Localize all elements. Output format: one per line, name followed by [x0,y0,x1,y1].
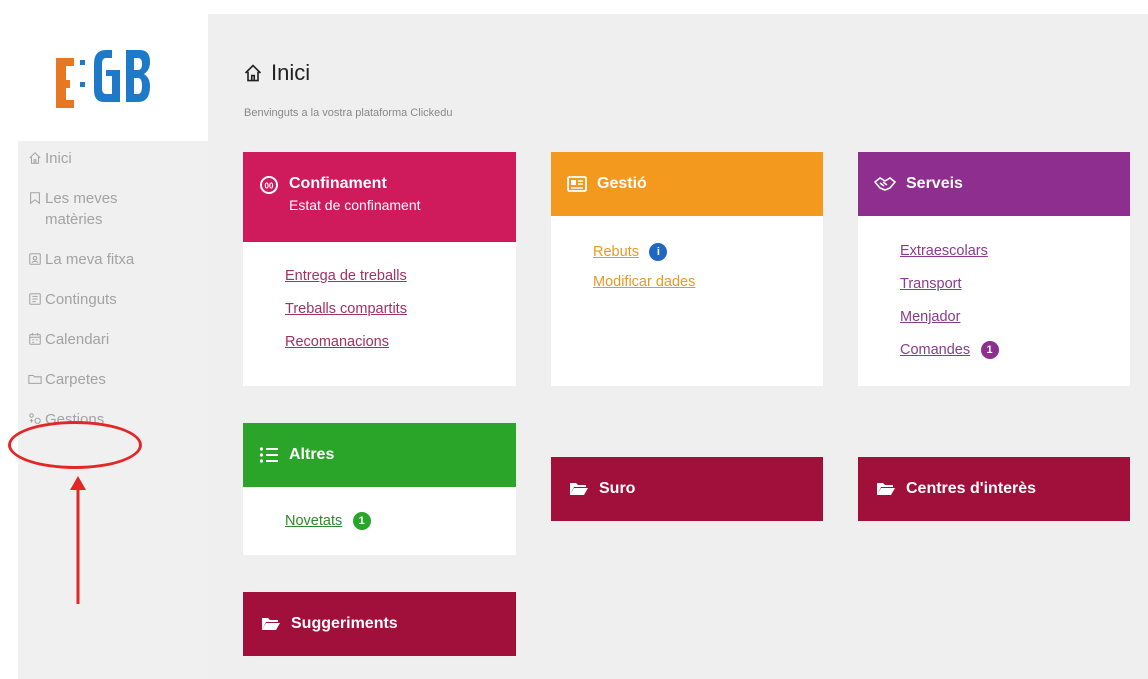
folder-icon [28,374,42,384]
card-altres: Altres Novetats 1 [243,423,516,555]
card-gestio-links: Rebuts i Modificar dades [551,216,823,319]
sidebar-item-calendari[interactable]: Calendari [18,329,188,350]
sidebar-nav: Inici Les meves matèries La meva fitxa C… [18,148,188,449]
sidebar-item-les-meves-materies[interactable]: Les meves matèries [18,188,188,230]
info-badge: i [649,242,668,261]
card-confinament-header[interactable]: 00 Confinament Estat de confinament [243,152,516,242]
page-title: Inici [243,60,310,86]
sidebar-item-label: Carpetes [45,371,106,388]
sidebar-item-label: Les meves matèries [45,190,118,228]
card-confinament: 00 Confinament Estat de confinament Entr… [243,152,516,386]
card-centres-header: Centres d'interès [858,457,1130,521]
card-altres-title: Altres [289,446,335,463]
folder-icon [570,483,588,495]
profile-card-icon [29,253,41,265]
link-novetats[interactable]: Novetats [285,513,342,529]
sidebar-item-label: Continguts [45,291,117,308]
card-altres-links: Novetats 1 [243,487,516,545]
link-treballs-compartits[interactable]: Treballs compartits [285,299,474,319]
sidebar-item-inici[interactable]: Inici [18,148,188,169]
content-icon [29,293,41,305]
card-gestio: Gestió Rebuts i Modificar dades [551,152,823,386]
folder-icon [262,618,280,630]
card-centres-interes[interactable]: Centres d'interès [858,457,1130,521]
sidebar-item-continguts[interactable]: Continguts [18,289,188,310]
annotation-arrow [70,476,86,604]
link-recomanacions[interactable]: Recomanacions [285,332,474,352]
id-card-icon [567,176,587,192]
card-suro-title: Suro [599,480,636,497]
sidebar-item-la-meva-fitxa[interactable]: La meva fitxa [18,249,188,270]
card-confinament-subtitle: Estat de confinament [289,197,421,213]
calendar-icon [29,332,41,345]
page-title-text: Inici [271,60,311,85]
page-subtitle: Benvinguts a la vostra plataforma Clicke… [244,107,453,119]
home-icon [244,64,262,82]
card-confinament-title: Confinament [289,175,387,192]
card-serveis-title: Serveis [906,175,963,192]
bookmark-icon [30,192,40,205]
sidebar-item-label: Calendari [45,331,110,348]
svg-text:00: 00 [265,182,274,191]
folder-icon [877,483,895,495]
card-gestio-title: Gestió [597,175,647,192]
link-modificar-dades[interactable]: Modificar dades [593,272,781,292]
card-confinament-links: Entrega de treballs Treballs compartits … [243,242,516,379]
card-centres-title: Centres d'interès [906,480,1037,497]
annotation-highlight-ellipse [8,421,142,469]
card-suggeriments-header: Suggeriments [243,592,516,656]
link-extraescolars[interactable]: Extraescolars [900,241,1088,261]
school-logo[interactable] [36,24,156,114]
card-suro-header: Suro [551,457,823,521]
link-transport[interactable]: Transport [900,274,1088,294]
sidebar-item-label: La meva fitxa [45,251,135,268]
card-serveis: Serveis Extraescolars Transport Menjador… [858,152,1130,386]
link-rebuts[interactable]: Rebuts [593,244,639,260]
list-icon [259,447,278,463]
card-serveis-links: Extraescolars Transport Menjador Comande… [858,216,1130,374]
count-badge: 1 [980,340,999,359]
card-altres-header[interactable]: Altres [243,423,516,487]
home-icon [29,152,41,164]
sidebar-item-carpetes[interactable]: Carpetes [18,369,188,390]
card-gestio-header[interactable]: Gestió [551,152,823,216]
card-suggeriments-title: Suggeriments [291,615,398,632]
card-suro[interactable]: Suro [551,457,823,521]
link-menjador[interactable]: Menjador [900,307,1088,327]
confinement-icon: 00 [260,176,278,194]
card-suggeriments[interactable]: Suggeriments [243,592,516,656]
link-comandes[interactable]: Comandes [900,342,970,358]
handshake-icon [874,177,896,191]
link-entrega-de-treballs[interactable]: Entrega de treballs [285,266,474,286]
card-serveis-header[interactable]: Serveis [858,152,1130,216]
sidebar-item-label: Inici [45,150,72,167]
count-badge: 1 [352,511,371,530]
